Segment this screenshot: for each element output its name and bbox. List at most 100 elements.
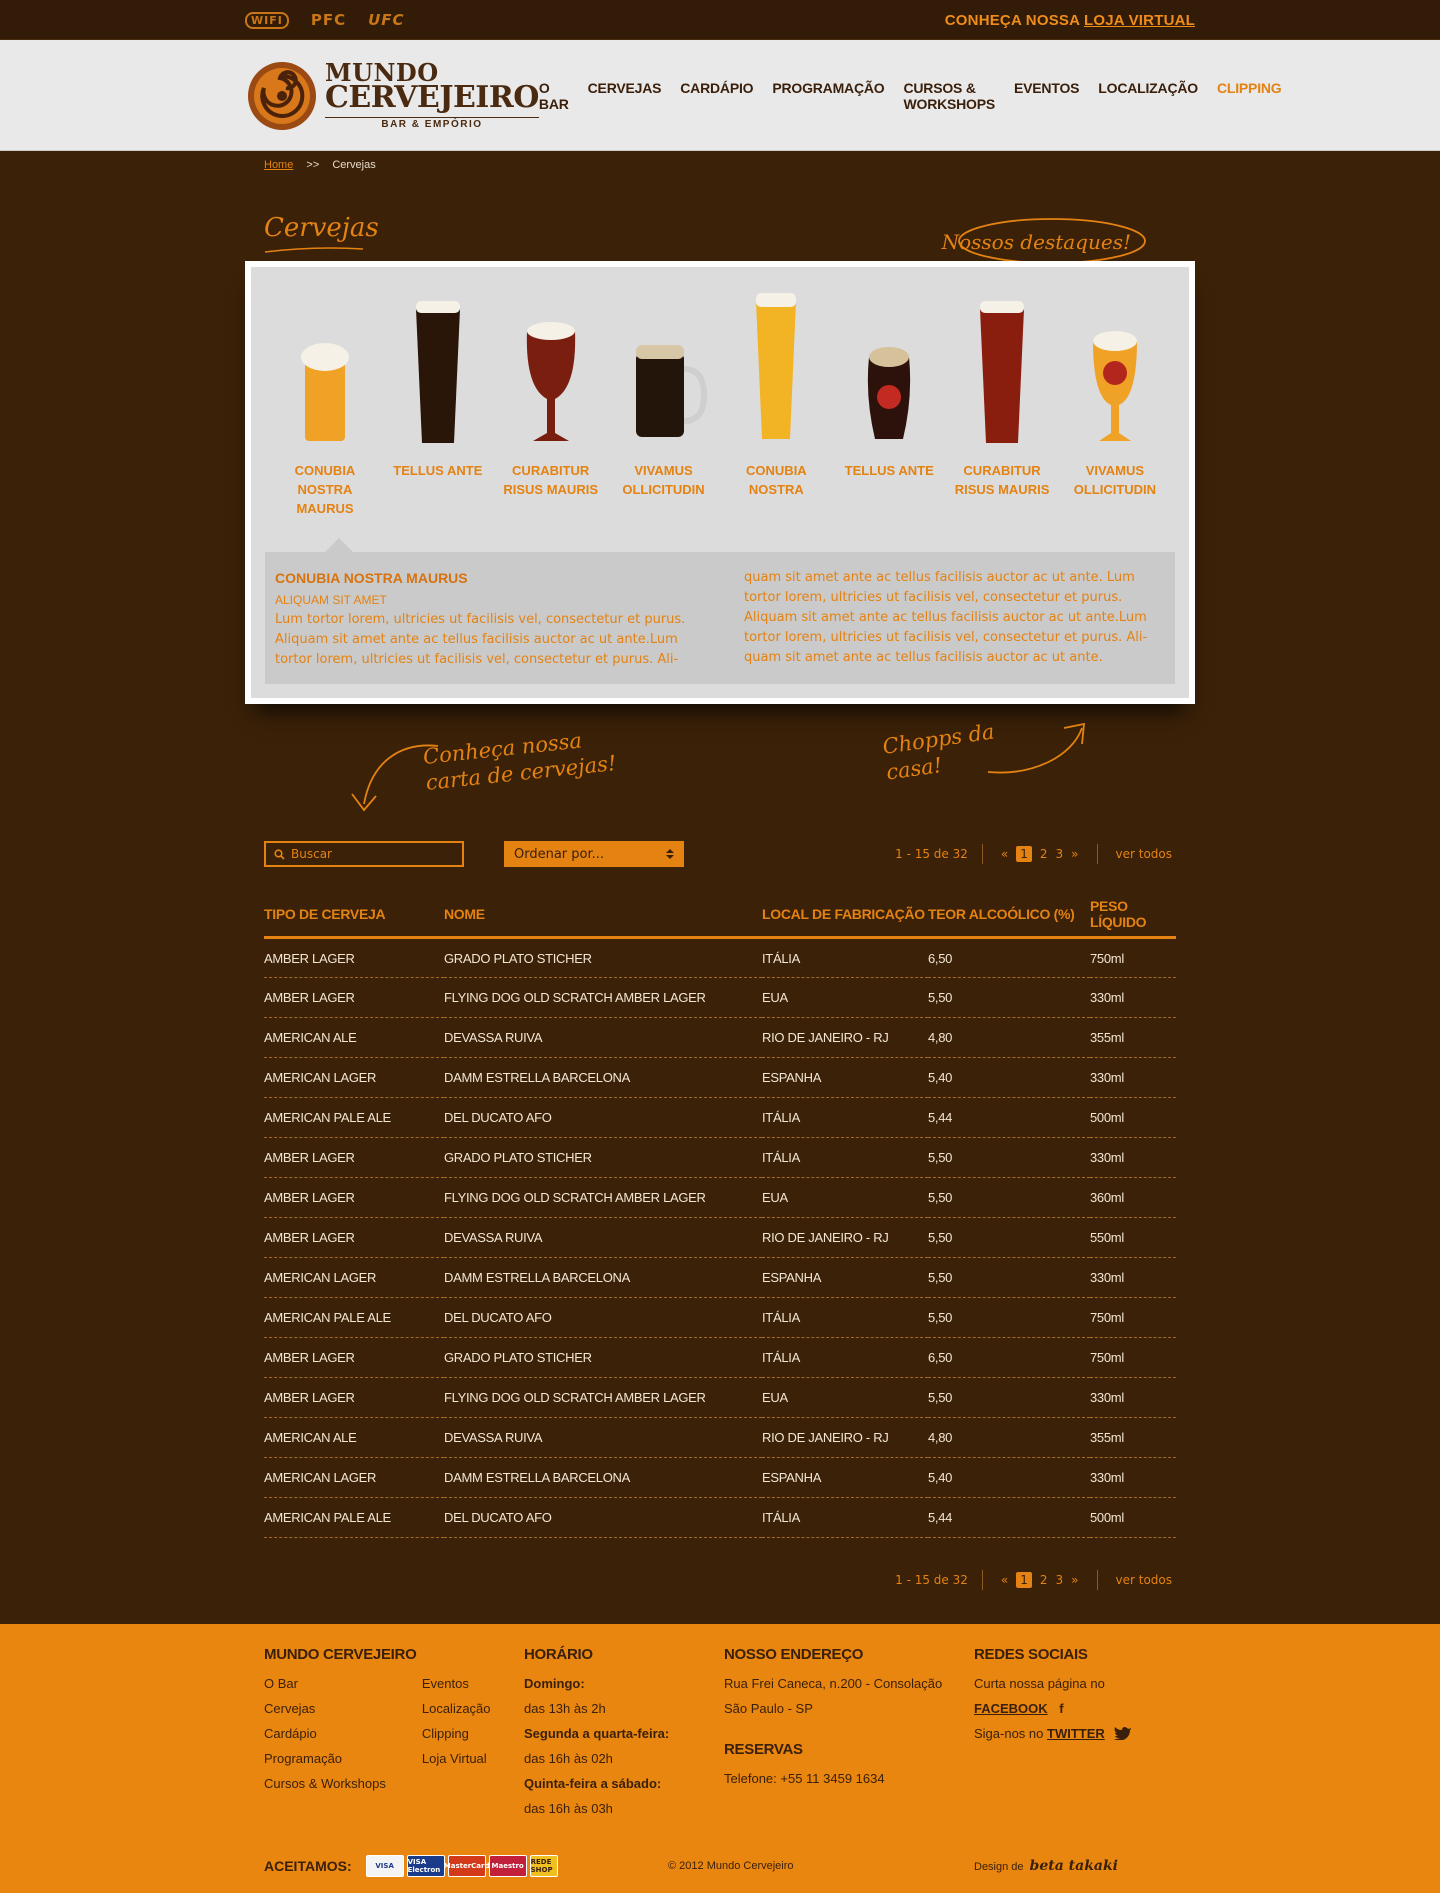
table-cell: 500ml bbox=[1090, 1097, 1176, 1138]
pagination-next[interactable]: » bbox=[1071, 1573, 1078, 1587]
footer-link[interactable]: Cursos & Workshops bbox=[264, 1771, 386, 1796]
table-row[interactable]: AMBER LAGER FLYING DOG OLD SCRATCH AMBER … bbox=[264, 977, 1176, 1018]
beer-name: TELLUS ANTE bbox=[393, 463, 483, 478]
table-cell: 5,50 bbox=[928, 1177, 1090, 1218]
table-row[interactable]: AMBER LAGER DEVASSA RUIVA RIO DE JANEIRO -… bbox=[264, 1217, 1176, 1258]
table-cell: 5,40 bbox=[928, 1057, 1090, 1098]
table-cell: AMBER LAGER bbox=[264, 1177, 444, 1218]
column-header-type[interactable]: TIPO DE CERVEJA bbox=[264, 890, 444, 939]
footer-hours: HORÁRIO Domingo: das 13h às 2h Segunda a… bbox=[524, 1646, 724, 1821]
search-input[interactable] bbox=[291, 847, 441, 861]
table-cell: GRADO PLATO STICHER bbox=[444, 1137, 762, 1178]
nav-item-cardapio[interactable]: CARDÁPIO bbox=[680, 80, 753, 112]
table-cell: EUA bbox=[762, 1177, 928, 1218]
table-row[interactable]: AMBER LAGER GRADO PLATO STICHER ITÁLIA 6,50… bbox=[264, 937, 1176, 978]
table-cell: 355ml bbox=[1090, 1417, 1176, 1458]
site-logo[interactable]: MUNDO CERVEJEIRO BAR & EMPÓRIO bbox=[245, 59, 539, 133]
footer-link[interactable]: Cardápio bbox=[264, 1721, 386, 1746]
pagination-page-2[interactable]: 2 bbox=[1040, 847, 1048, 861]
footer-link[interactable]: Eventos bbox=[422, 1671, 491, 1696]
featured-beer[interactable]: CURABITUR RISUS MAURIS bbox=[948, 287, 1056, 518]
facebook-icon[interactable]: f bbox=[1059, 1701, 1063, 1716]
table-toolbar: Ordenar por... 1 - 15 de 32 « 1 2 3 » ve… bbox=[264, 836, 1176, 872]
footer-hours-title: HORÁRIO bbox=[524, 1646, 593, 1663]
store-link[interactable]: LOJA VIRTUAL bbox=[1084, 12, 1195, 29]
table-row[interactable]: AMBER LAGER FLYING DOG OLD SCRATCH AMBER … bbox=[264, 1177, 1176, 1218]
nav-item-clipping[interactable]: CLIPPING bbox=[1217, 80, 1282, 112]
column-header-volume[interactable]: PESO LÍQUIDO bbox=[1090, 890, 1176, 939]
footer-link[interactable]: Clipping bbox=[422, 1721, 491, 1746]
table-row[interactable]: AMERICAN PALE ALE DEL DUCATO AFO ITÁLIA 5,4… bbox=[264, 1497, 1176, 1538]
pagination-page-3[interactable]: 3 bbox=[1056, 847, 1064, 861]
column-header-abv[interactable]: TEOR ALCOÓLICO (%) bbox=[928, 890, 1090, 939]
featured-beer[interactable]: CONUBIA NOSTRA MAURUS bbox=[271, 287, 379, 518]
table-row[interactable]: AMBER LAGER FLYING DOG OLD SCRATCH AMBER … bbox=[264, 1377, 1176, 1418]
nav-item-eventos[interactable]: EVENTOS bbox=[1014, 80, 1079, 112]
table-cell: 330ml bbox=[1090, 1057, 1176, 1098]
table-cell: 5,44 bbox=[928, 1497, 1090, 1538]
pagination-prev[interactable]: « bbox=[1001, 1573, 1008, 1587]
table-cell: EUA bbox=[762, 977, 928, 1018]
featured-beer[interactable]: TELLUS ANTE bbox=[384, 287, 492, 518]
table-row[interactable]: AMERICAN LAGER DAMM ESTRELLA BARCELONA ESP… bbox=[264, 1457, 1176, 1498]
footer-link[interactable]: Programação bbox=[264, 1746, 386, 1771]
table-cell: 6,50 bbox=[928, 1337, 1090, 1378]
search-field[interactable] bbox=[264, 841, 464, 867]
column-header-origin[interactable]: LOCAL DE FABRICAÇÃO bbox=[762, 890, 928, 939]
breadcrumb-home[interactable]: Home bbox=[264, 159, 293, 171]
nav-item-programacao[interactable]: PROGRAMAÇÃO bbox=[772, 80, 884, 112]
table-cell: FLYING DOG OLD SCRATCH AMBER LAGER bbox=[444, 977, 762, 1018]
table-row[interactable]: AMERICAN ALE DEVASSA RUIVA RIO DE JANEIRO … bbox=[264, 1417, 1176, 1458]
designer-name[interactable]: beta takaki bbox=[1030, 1858, 1118, 1874]
table-cell: AMERICAN LAGER bbox=[264, 1057, 444, 1098]
footer-link[interactable]: Cervejas bbox=[264, 1696, 386, 1721]
pagination-prev[interactable]: « bbox=[1001, 847, 1008, 861]
table-row[interactable]: AMERICAN LAGER DAMM ESTRELLA BARCELONA ESP… bbox=[264, 1257, 1176, 1298]
featured-beer[interactable]: VIVAMUS OLLICITUDIN bbox=[610, 287, 718, 518]
featured-beer[interactable]: CONUBIA NOSTRA bbox=[722, 287, 830, 518]
featured-beer[interactable]: VIVAMUS OLLICITUDIN bbox=[1061, 287, 1169, 518]
footer-link[interactable]: O Bar bbox=[264, 1671, 386, 1696]
pagination-page-2[interactable]: 2 bbox=[1040, 1573, 1048, 1587]
footer-link[interactable]: Localização bbox=[422, 1696, 491, 1721]
description-text-right: quam sit amet ante ac tellus facilisis a… bbox=[744, 570, 1148, 665]
featured-beer[interactable]: CURABITUR RISUS MAURIS bbox=[497, 287, 605, 518]
facebook-link[interactable]: FACEBOOK bbox=[974, 1701, 1048, 1716]
featured-beers-card: CONUBIA NOSTRA MAURUS TELLUS ANTE CURABI… bbox=[245, 261, 1195, 704]
table-cell: 5,40 bbox=[928, 1457, 1090, 1498]
table-row[interactable]: AMBER LAGER GRADO PLATO STICHER ITÁLIA 5,50… bbox=[264, 1137, 1176, 1178]
pagination-page-3[interactable]: 3 bbox=[1056, 1573, 1064, 1587]
column-header-name[interactable]: NOME bbox=[444, 890, 762, 939]
pagination-page-1[interactable]: 1 bbox=[1016, 1572, 1032, 1588]
view-all-link[interactable]: ver todos bbox=[1116, 847, 1173, 861]
table-cell: DEVASSA RUIVA bbox=[444, 1017, 762, 1058]
pagination-next[interactable]: » bbox=[1071, 847, 1078, 861]
table-cell: 360ml bbox=[1090, 1177, 1176, 1218]
footer-address-title: NOSSO ENDEREÇO bbox=[724, 1646, 864, 1663]
featured-beer[interactable]: TELLUS ANTE bbox=[835, 287, 943, 518]
redeshop-card-icon: REDE SHOP bbox=[529, 1855, 558, 1877]
footer-link[interactable]: Loja Virtual bbox=[422, 1746, 491, 1771]
nav-item-cervejas[interactable]: CERVEJAS bbox=[588, 80, 662, 112]
phone-number[interactable]: Telefone: +55 11 3459 1634 bbox=[724, 1766, 974, 1791]
table-cell: ESPANHA bbox=[762, 1257, 928, 1298]
table-row[interactable]: AMERICAN ALE DEVASSA RUIVA RIO DE JANEIRO … bbox=[264, 1017, 1176, 1058]
pagination-page-1[interactable]: 1 bbox=[1016, 846, 1032, 862]
nav-item-localizacao[interactable]: LOCALIZAÇÃO bbox=[1098, 80, 1198, 112]
selection-pointer bbox=[265, 518, 1175, 552]
table-cell: 330ml bbox=[1090, 1377, 1176, 1418]
nav-item-o-bar[interactable]: O BAR bbox=[539, 80, 569, 112]
table-row[interactable]: AMERICAN PALE ALE DEL DUCATO AFO ITÁLIA 5,5… bbox=[264, 1297, 1176, 1338]
beer-glass-icon bbox=[301, 343, 349, 441]
sort-select[interactable]: Ordenar por... bbox=[504, 841, 684, 867]
table-row[interactable]: AMERICAN PALE ALE DEL DUCATO AFO ITÁLIA 5,4… bbox=[264, 1097, 1176, 1138]
view-all-link[interactable]: ver todos bbox=[1116, 1573, 1173, 1587]
pagination-range: 1 - 15 de 32 bbox=[895, 847, 968, 861]
table-cell: DAMM ESTRELLA BARCELONA bbox=[444, 1057, 762, 1098]
table-row[interactable]: AMBER LAGER GRADO PLATO STICHER ITÁLIA 6,50… bbox=[264, 1337, 1176, 1378]
table-row[interactable]: AMERICAN LAGER DAMM ESTRELLA BARCELONA ESP… bbox=[264, 1057, 1176, 1098]
twitter-bird-icon[interactable] bbox=[1114, 1726, 1132, 1741]
table-cell: ITÁLIA bbox=[762, 1497, 928, 1538]
twitter-link[interactable]: TWITTER bbox=[1047, 1726, 1105, 1741]
nav-item-cursos-workshops[interactable]: CURSOS & WORKSHOPS bbox=[903, 80, 995, 112]
